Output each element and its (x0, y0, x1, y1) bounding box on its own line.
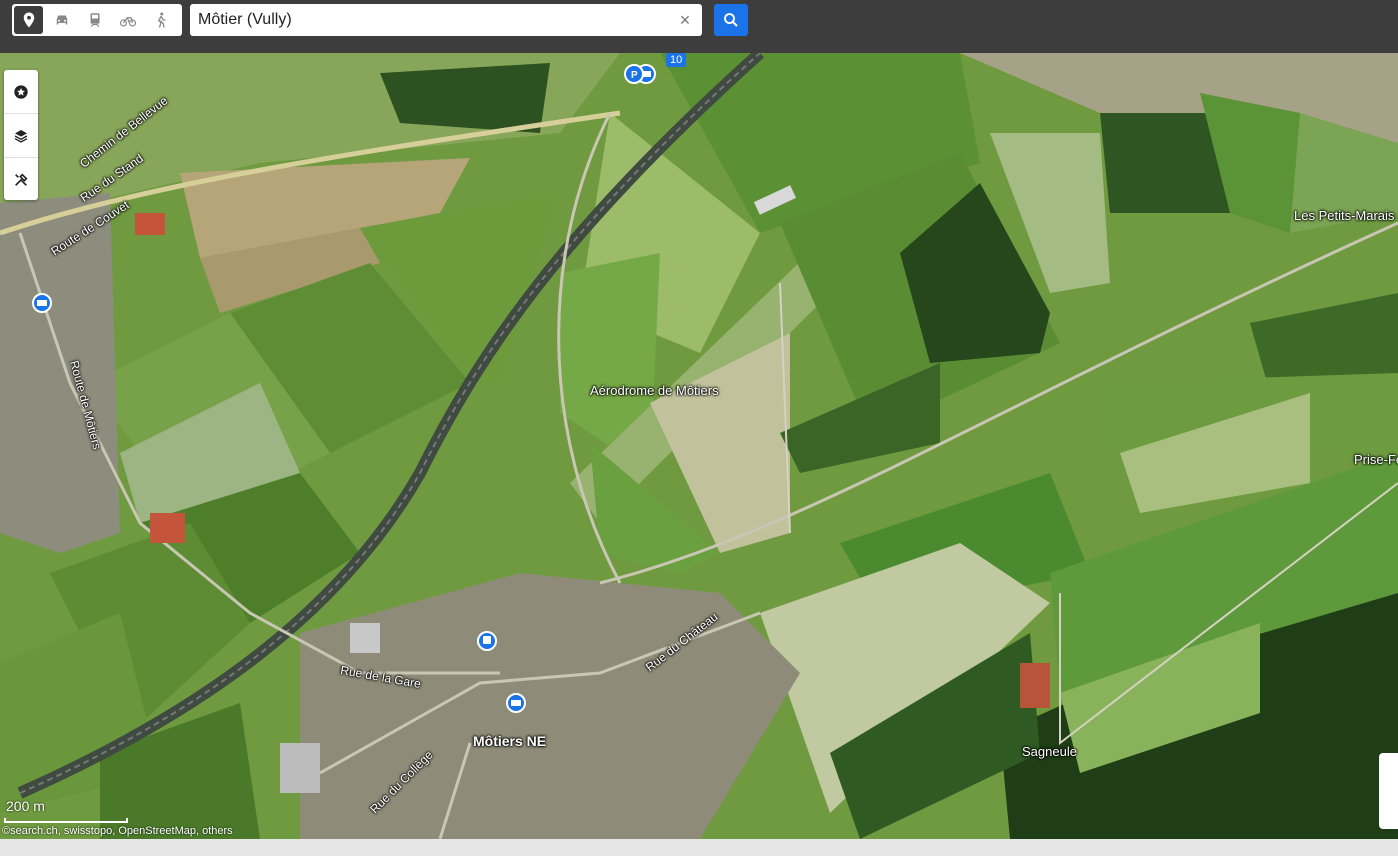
svg-text:P: P (631, 70, 638, 80)
walking-icon[interactable] (147, 6, 176, 34)
place-label: Prise-Fe (1354, 452, 1398, 467)
layers-icon[interactable] (4, 114, 38, 158)
road-number-shield: 10 (666, 53, 687, 67)
place-label-aerodrome: Aérodrome de Môtiers (590, 383, 719, 398)
camping-poi-icon[interactable] (506, 693, 526, 713)
aerial-imagery (0, 53, 1398, 839)
map-view[interactable]: Chemin de Bellevue Rue du Stand Route de… (0, 53, 1398, 839)
search-input[interactable] (198, 4, 668, 36)
train-icon[interactable] (80, 6, 109, 34)
location-pin-icon[interactable] (14, 6, 44, 34)
place-label: Les Petits-Marais (1294, 208, 1395, 223)
star-icon[interactable] (4, 70, 38, 114)
scale-label: 200 m (6, 798, 45, 814)
search-box: × (190, 4, 702, 36)
scale-bar (4, 818, 128, 823)
car-icon[interactable] (47, 6, 76, 34)
bicycle-icon[interactable] (114, 6, 143, 34)
clear-search-button[interactable]: × (676, 11, 694, 29)
place-label-motiers: Môtiers NE (473, 733, 547, 749)
map-attribution: ©search.ch, swisstopo, OpenStreetMap, ot… (2, 825, 233, 837)
search-icon (724, 13, 738, 27)
parking-poi-icon[interactable]: P (624, 64, 644, 84)
search-button[interactable] (714, 4, 748, 36)
side-panel-handle[interactable] (1379, 753, 1398, 829)
train-station-poi-icon[interactable] (477, 631, 497, 651)
place-label: Sagneule (1022, 744, 1077, 759)
transport-mode-selector (12, 4, 182, 36)
top-bar: × (0, 0, 1398, 53)
camping-poi-icon[interactable] (32, 293, 52, 313)
bottom-bar (0, 839, 1398, 856)
map-tools (4, 70, 38, 200)
tools-icon[interactable] (4, 158, 38, 201)
